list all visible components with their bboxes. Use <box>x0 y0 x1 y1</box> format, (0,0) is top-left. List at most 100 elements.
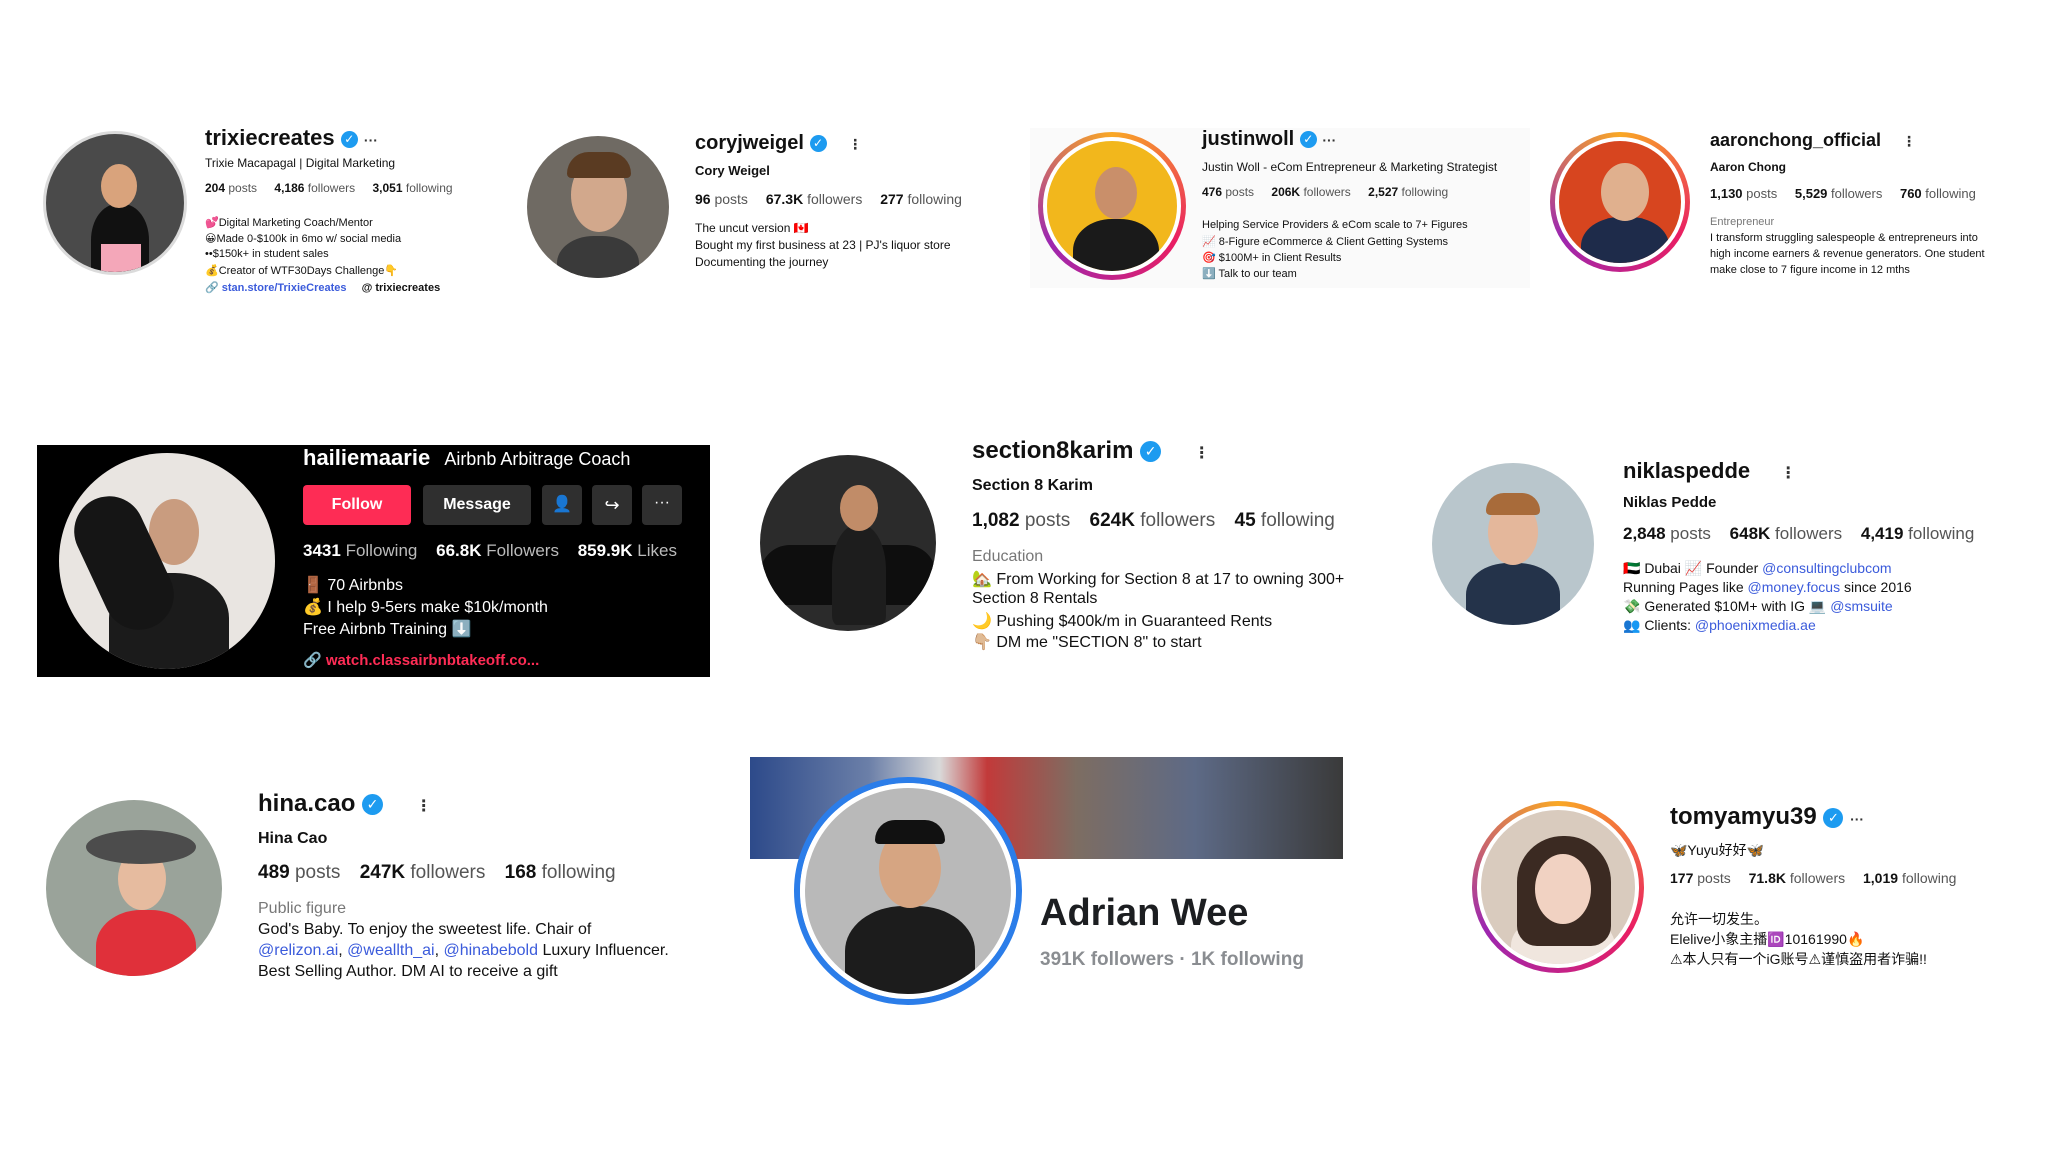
bio-line: ⚠本人只有一个iG账号⚠谨慎盗用者诈骗!! <box>1670 951 1927 967</box>
following-count[interactable]: 760 <box>1900 186 1922 201</box>
followers-count[interactable]: 5,529 <box>1795 186 1828 201</box>
posts-count: 2,848 <box>1623 524 1666 543</box>
follow-button[interactable]: Follow <box>303 485 411 525</box>
category: Education <box>972 548 1044 565</box>
bio-line[interactable]: ⬇️ Talk to our team <box>1202 267 1297 280</box>
bio-line: God's Baby. To enjoy the sweetest life. … <box>258 921 592 938</box>
bio-line: 😀Made 0-$100k in 6mo w/ social media <box>205 233 402 245</box>
username[interactable]: tomyamyu39 <box>1670 803 1817 830</box>
avatar[interactable] <box>1472 801 1644 973</box>
stats-row: 1,130 posts 5,529 followers 760 followin… <box>1710 186 1976 201</box>
mention-link[interactable]: @hinabebold <box>443 942 538 959</box>
more-options-icon[interactable]: ⋮ <box>848 136 862 152</box>
avatar[interactable] <box>59 453 275 669</box>
username[interactable]: section8karim <box>972 437 1133 464</box>
follow-stats[interactable]: 391K followers · 1K following <box>1040 949 1304 971</box>
username[interactable]: hina.cao <box>258 790 355 817</box>
page-name[interactable]: Adrian Wee <box>1040 892 1248 935</box>
avatar[interactable] <box>1550 132 1690 272</box>
bio-line: 允许一切发生。 <box>1670 911 1768 927</box>
posts-count: 96 <box>695 191 711 207</box>
profile-card-tomyamyu39: tomyamyu39 ✓ ··· 🦋Yuyu好好🦋 177 posts 71.8… <box>1470 795 2030 995</box>
avatar[interactable] <box>527 136 669 278</box>
following-count[interactable]: 45 <box>1235 510 1256 531</box>
posts-count: 204 <box>205 181 226 195</box>
profile-title: Airbnb Arbitrage Coach <box>444 449 631 469</box>
followers-count[interactable]: 247K <box>360 862 405 883</box>
following-count[interactable]: 4,419 <box>1861 524 1904 543</box>
more-options-icon[interactable]: ⋮ <box>1902 133 1916 149</box>
bio-line: ••$150k+ in student sales <box>205 248 329 260</box>
stats-row: 1,082 posts 624K followers 45 following <box>972 510 1335 531</box>
profile-card-trixiecreates: trixiecreates ✓ ··· Trixie Macapagal | D… <box>40 125 510 300</box>
more-options-icon[interactable]: ··· <box>1850 811 1864 827</box>
mention-link[interactable]: @money.focus <box>1748 579 1841 595</box>
stats-row: 177 posts 71.8K followers 1,019 followin… <box>1670 870 1957 886</box>
followers-count[interactable]: 648K <box>1730 524 1771 543</box>
avatar[interactable] <box>1432 463 1594 625</box>
mention-link[interactable]: @consultingclubcom <box>1762 560 1891 576</box>
bio-link[interactable]: watch.classairbnbtakeoff.co... <box>326 652 539 669</box>
bio-line: high income earners & revenue generators… <box>1710 248 1985 260</box>
avatar[interactable] <box>1038 132 1186 280</box>
following-count[interactable]: 2,527 <box>1368 185 1398 199</box>
share-icon[interactable]: ↪ <box>592 485 632 525</box>
category: Entrepreneur <box>1710 216 1775 228</box>
display-name: Hina Cao <box>258 830 328 847</box>
bio-line: 💕Digital Marketing Coach/Mentor <box>205 217 373 229</box>
bio-line: make close to 7 figure income in 12 mths <box>1710 264 1910 276</box>
bio-line: Section 8 Rentals <box>972 590 1098 607</box>
following-count[interactable]: 1,019 <box>1863 870 1898 886</box>
more-options-icon[interactable]: ⋮ <box>1194 445 1210 462</box>
following-count[interactable]: 277 <box>880 191 903 207</box>
mention-link[interactable]: @phoenixmedia.ae <box>1695 617 1816 633</box>
username[interactable]: justinwoll <box>1202 128 1294 150</box>
bio-line: Bought my first business at 23 | PJ's li… <box>695 238 951 252</box>
avatar[interactable] <box>794 777 1022 1005</box>
bio-line: I transform struggling salespeople & ent… <box>1710 232 1978 244</box>
following-count[interactable]: 3,051 <box>372 181 402 195</box>
message-button[interactable]: Message <box>423 485 531 525</box>
username[interactable]: niklaspedde <box>1623 458 1750 483</box>
profile-card-aaronchong: aaronchong_official ⋮ Aaron Chong 1,130 … <box>1550 128 2040 288</box>
avatar[interactable] <box>46 800 222 976</box>
stats-row: 3431 Following 66.8K Followers 859.9K Li… <box>303 541 677 560</box>
more-options-icon[interactable]: ··· <box>642 485 682 525</box>
likes-count: 859.9K <box>577 541 633 560</box>
followers-count[interactable]: 71.8K <box>1749 870 1786 886</box>
username[interactable]: aaronchong_official <box>1710 130 1881 150</box>
more-options-icon[interactable]: ··· <box>364 132 378 148</box>
threads-handle[interactable]: trixiecreates <box>375 282 440 294</box>
username[interactable]: hailiemaarie <box>303 445 430 470</box>
mention-link[interactable]: @relizon.ai <box>258 942 338 959</box>
followers-count[interactable]: 67.3K <box>766 191 803 207</box>
more-options-icon[interactable]: ⋮ <box>1780 465 1796 482</box>
following-count[interactable]: 3431 <box>303 541 341 560</box>
more-options-icon[interactable]: ⋮ <box>416 798 432 815</box>
display-name: Section 8 Karim <box>972 477 1093 494</box>
followers-count[interactable]: 206K <box>1271 185 1300 199</box>
display-name: Aaron Chong <box>1710 160 1786 174</box>
username[interactable]: trixiecreates <box>205 125 335 150</box>
display-name: Cory Weigel <box>695 163 770 178</box>
verified-badge-icon: ✓ <box>340 130 358 148</box>
display-name: 🦋Yuyu好好🦋 <box>1670 842 1765 858</box>
mention-link[interactable]: @smsuite <box>1830 598 1892 614</box>
bio-line: 🚪 70 Airbnbs <box>303 577 403 594</box>
bio-line: @relizon.ai, @weallth_ai, @hinabebold Lu… <box>258 942 669 959</box>
more-options-icon[interactable]: ··· <box>1322 132 1336 148</box>
avatar[interactable] <box>43 131 187 275</box>
add-friend-icon[interactable]: 👤 <box>542 485 582 525</box>
profile-card-justinwoll: justinwoll ✓ ··· Justin Woll - eCom Entr… <box>1030 128 1530 288</box>
followers-count[interactable]: 66.8K <box>436 541 481 560</box>
avatar[interactable] <box>760 455 936 631</box>
bio-line: 💸 Generated $10M+ with IG 💻 @smsuite <box>1623 598 1893 614</box>
following-count[interactable]: 168 <box>505 862 537 883</box>
bio-link[interactable]: stan.store/TrixieCreates <box>222 282 347 294</box>
link-icon: 🔗 <box>303 652 322 669</box>
mention-link[interactable]: @weallth_ai <box>347 942 434 959</box>
profile-card-section8karim: section8karim ✓ ⋮ Section 8 Karim 1,082 … <box>760 435 1400 665</box>
followers-count[interactable]: 4,186 <box>274 181 304 195</box>
username[interactable]: coryjweigel <box>695 132 804 154</box>
followers-count[interactable]: 624K <box>1090 510 1135 531</box>
